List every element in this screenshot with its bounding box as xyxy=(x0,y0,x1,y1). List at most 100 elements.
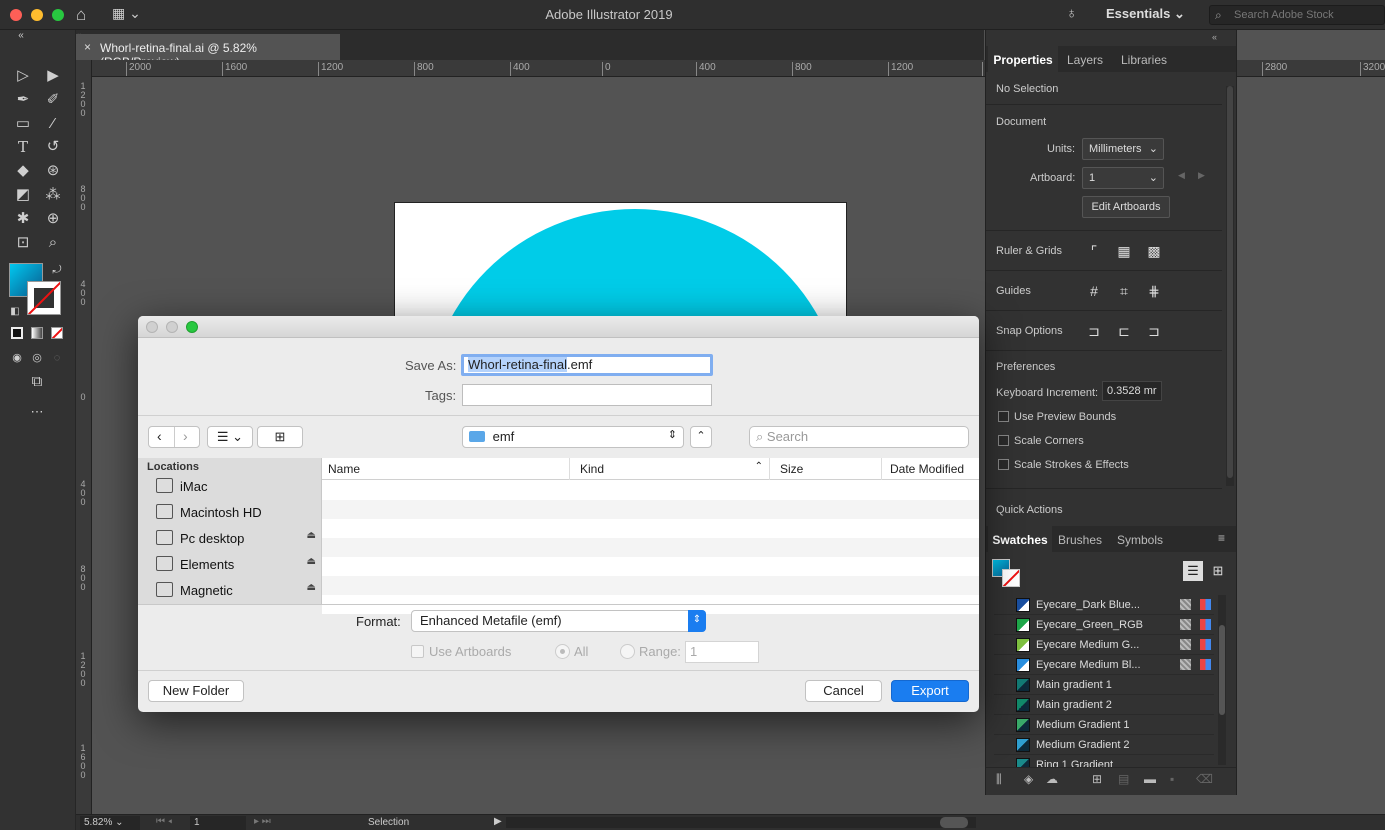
eject-icon[interactable]: ⏏ xyxy=(307,530,316,541)
use-preview-bounds-checkbox[interactable] xyxy=(998,411,1009,422)
swatch-row[interactable]: Eyecare_Dark Blue... xyxy=(994,595,1214,615)
next-artboard-icon[interactable]: ▶ xyxy=(1198,170,1205,181)
list-view-icon[interactable]: ☰ xyxy=(1183,561,1203,581)
edit-artboards-button[interactable]: Edit Artboards xyxy=(1082,196,1170,218)
swatch-row[interactable]: Eyecare_Green_RGB xyxy=(994,615,1214,635)
swatch-row[interactable]: Medium Gradient 1 xyxy=(994,715,1214,735)
next-artboard-icon[interactable]: ▸ ⏭ xyxy=(254,816,271,827)
rectangle-tool-icon[interactable]: ▭ xyxy=(12,114,34,134)
direct-selection-tool-icon[interactable]: ▶ xyxy=(42,66,64,86)
artboard-circle-shape[interactable] xyxy=(425,209,845,321)
swatches-scrollbar[interactable] xyxy=(1218,595,1226,765)
swatch-options-icon[interactable]: ▤ xyxy=(1118,772,1129,786)
new-folder-button[interactable]: New Folder xyxy=(148,680,244,702)
tab-swatches[interactable]: Swatches xyxy=(988,526,1052,552)
trash-icon[interactable]: ⌫ xyxy=(1196,772,1213,786)
default-fill-stroke-icon[interactable]: ◧ xyxy=(4,302,26,322)
swatch-row[interactable]: Main gradient 2 xyxy=(994,695,1214,715)
sidebar-location-item[interactable]: Magnetic ⏏ xyxy=(156,580,316,602)
keyboard-increment-input[interactable]: 0.3528 mr xyxy=(1102,381,1162,401)
shape-builder-tool-icon[interactable]: ⊕ xyxy=(42,209,64,229)
workspace-switcher[interactable]: Essentials ⌄ xyxy=(1106,6,1185,22)
none-mode-icon[interactable] xyxy=(51,327,63,339)
range-input[interactable]: 1 xyxy=(685,641,759,663)
back-icon[interactable]: ‹ xyxy=(157,428,162,444)
gradient-mode-icon[interactable] xyxy=(31,327,43,339)
draw-normal-icon[interactable]: ◉ xyxy=(6,348,28,368)
tags-input[interactable] xyxy=(462,384,712,406)
swatch-row[interactable]: Eyecare Medium Bl... xyxy=(994,655,1214,675)
smart-guides-icon[interactable]: ⋕ xyxy=(1143,280,1165,302)
dialog-search-input[interactable]: ⌕ Search xyxy=(749,426,969,448)
snap-to-pixel-icon[interactable]: ⊏ xyxy=(1113,320,1135,342)
use-artboards-checkbox[interactable] xyxy=(411,645,424,658)
swatch-row[interactable]: Main gradient 1 xyxy=(994,675,1214,695)
column-name[interactable]: Name xyxy=(322,458,570,480)
rotate-tool-icon[interactable]: ↺ xyxy=(42,137,64,157)
snap-to-glyph-icon[interactable]: ⊐ xyxy=(1143,320,1165,342)
warp-tool-icon[interactable]: ⊛ xyxy=(42,161,64,181)
new-folder-icon-button[interactable]: ⊞ xyxy=(257,426,303,448)
screen-mode-icon[interactable]: ⧉ xyxy=(26,372,48,392)
forward-icon[interactable]: › xyxy=(183,428,188,444)
grid-icon[interactable]: ▦ xyxy=(1113,240,1135,262)
symbol-sprayer-tool-icon[interactable]: ✱ xyxy=(12,209,34,229)
color-mode-icon[interactable] xyxy=(11,327,23,339)
tab-libraries[interactable]: Libraries xyxy=(1112,46,1176,72)
color-group-icon[interactable]: ⊞ xyxy=(1092,772,1102,786)
document-tab[interactable]: × Whorl-retina-final.ai @ 5.82% (RGB/Pre… xyxy=(76,34,340,69)
sidebar-location-item[interactable]: Elements ⏏ xyxy=(156,554,316,576)
gradient-tool-icon[interactable]: ◩ xyxy=(12,185,34,205)
swatch-row[interactable]: Medium Gradient 2 xyxy=(994,735,1214,755)
cloud-library-icon[interactable]: ☁ xyxy=(1046,772,1058,786)
column-kind[interactable]: Kind ⌃ xyxy=(574,458,770,480)
show-guides-icon[interactable]: # xyxy=(1083,280,1105,302)
back-forward-buttons[interactable]: ‹ › xyxy=(148,426,200,448)
horizontal-scrollbar[interactable] xyxy=(506,817,976,828)
tab-properties[interactable]: Properties xyxy=(988,46,1058,72)
file-list[interactable]: Name Kind ⌃ Size Date Modified xyxy=(322,458,979,614)
draw-inside-icon[interactable]: ◌ xyxy=(46,348,68,368)
export-button[interactable]: Export xyxy=(891,680,969,702)
tab-symbols[interactable]: Symbols xyxy=(1110,526,1170,552)
collapse-panel-icon[interactable]: « xyxy=(1212,32,1217,42)
dialog-zoom-button[interactable] xyxy=(186,321,198,333)
artboard[interactable] xyxy=(394,202,847,322)
vertical-ruler[interactable]: 1 2 0 0 8 0 0 4 0 0 0 4 0 0 8 0 0 1 2 0 0 1 6 0… xyxy=(76,60,92,815)
sidebar-location-item[interactable]: Macintosh HD xyxy=(156,502,316,524)
snap-to-point-icon[interactable]: ⊐ xyxy=(1083,320,1105,342)
eyedropper-tool-icon[interactable]: ⁂ xyxy=(42,185,64,205)
column-date-modified[interactable]: Date Modified xyxy=(884,458,979,480)
swatch-row[interactable]: Ring 1 Gradient xyxy=(994,755,1214,767)
swap-fill-stroke-icon[interactable]: ⤾ xyxy=(46,260,68,280)
stock-search-input[interactable]: ⌕ Search Adobe Stock xyxy=(1209,5,1385,25)
tab-brushes[interactable]: Brushes xyxy=(1052,526,1108,552)
all-radio[interactable] xyxy=(555,644,570,659)
collapse-tools-icon[interactable]: « xyxy=(10,30,32,42)
scale-corners-checkbox[interactable] xyxy=(998,435,1009,446)
sidebar-location-item[interactable]: iMac xyxy=(156,476,316,498)
eject-icon[interactable]: ⏏ xyxy=(307,556,316,567)
swatch-kind-icon[interactable]: ◈ xyxy=(1024,772,1033,786)
dialog-close-button[interactable] xyxy=(146,321,158,333)
scale-strokes-checkbox[interactable] xyxy=(998,459,1009,470)
eject-icon[interactable]: ⏏ xyxy=(307,582,316,593)
scrollbar-thumb[interactable] xyxy=(940,817,968,828)
new-swatch-icon[interactable]: ▪ xyxy=(1170,772,1174,786)
swatch-libraries-icon[interactable]: ⫼ xyxy=(996,772,1002,787)
more-tools-icon[interactable]: ⋯ xyxy=(26,402,48,422)
artboard-tool-icon[interactable]: ⊡ xyxy=(12,233,34,253)
previous-artboard-icon[interactable]: ◀ xyxy=(1178,170,1185,181)
transparency-grid-icon[interactable]: ▩ xyxy=(1143,240,1165,262)
panel-menu-icon[interactable]: ≡ xyxy=(1218,531,1225,545)
artboard-number-field[interactable]: 1 xyxy=(190,816,246,830)
tab-layers[interactable]: Layers xyxy=(1058,46,1112,72)
swatch-stroke-none-icon[interactable] xyxy=(1002,569,1020,587)
eraser-tool-icon[interactable]: ◆ xyxy=(12,161,34,181)
paintbrush-tool-icon[interactable]: ⁄ xyxy=(42,114,64,134)
curvature-tool-icon[interactable]: ✐ xyxy=(42,90,64,110)
cancel-button[interactable]: Cancel xyxy=(805,680,882,702)
properties-scrollbar[interactable] xyxy=(1226,86,1234,486)
thumbnail-view-icon[interactable]: ⊞ xyxy=(1208,561,1228,581)
close-tab-icon[interactable]: × xyxy=(84,40,91,54)
